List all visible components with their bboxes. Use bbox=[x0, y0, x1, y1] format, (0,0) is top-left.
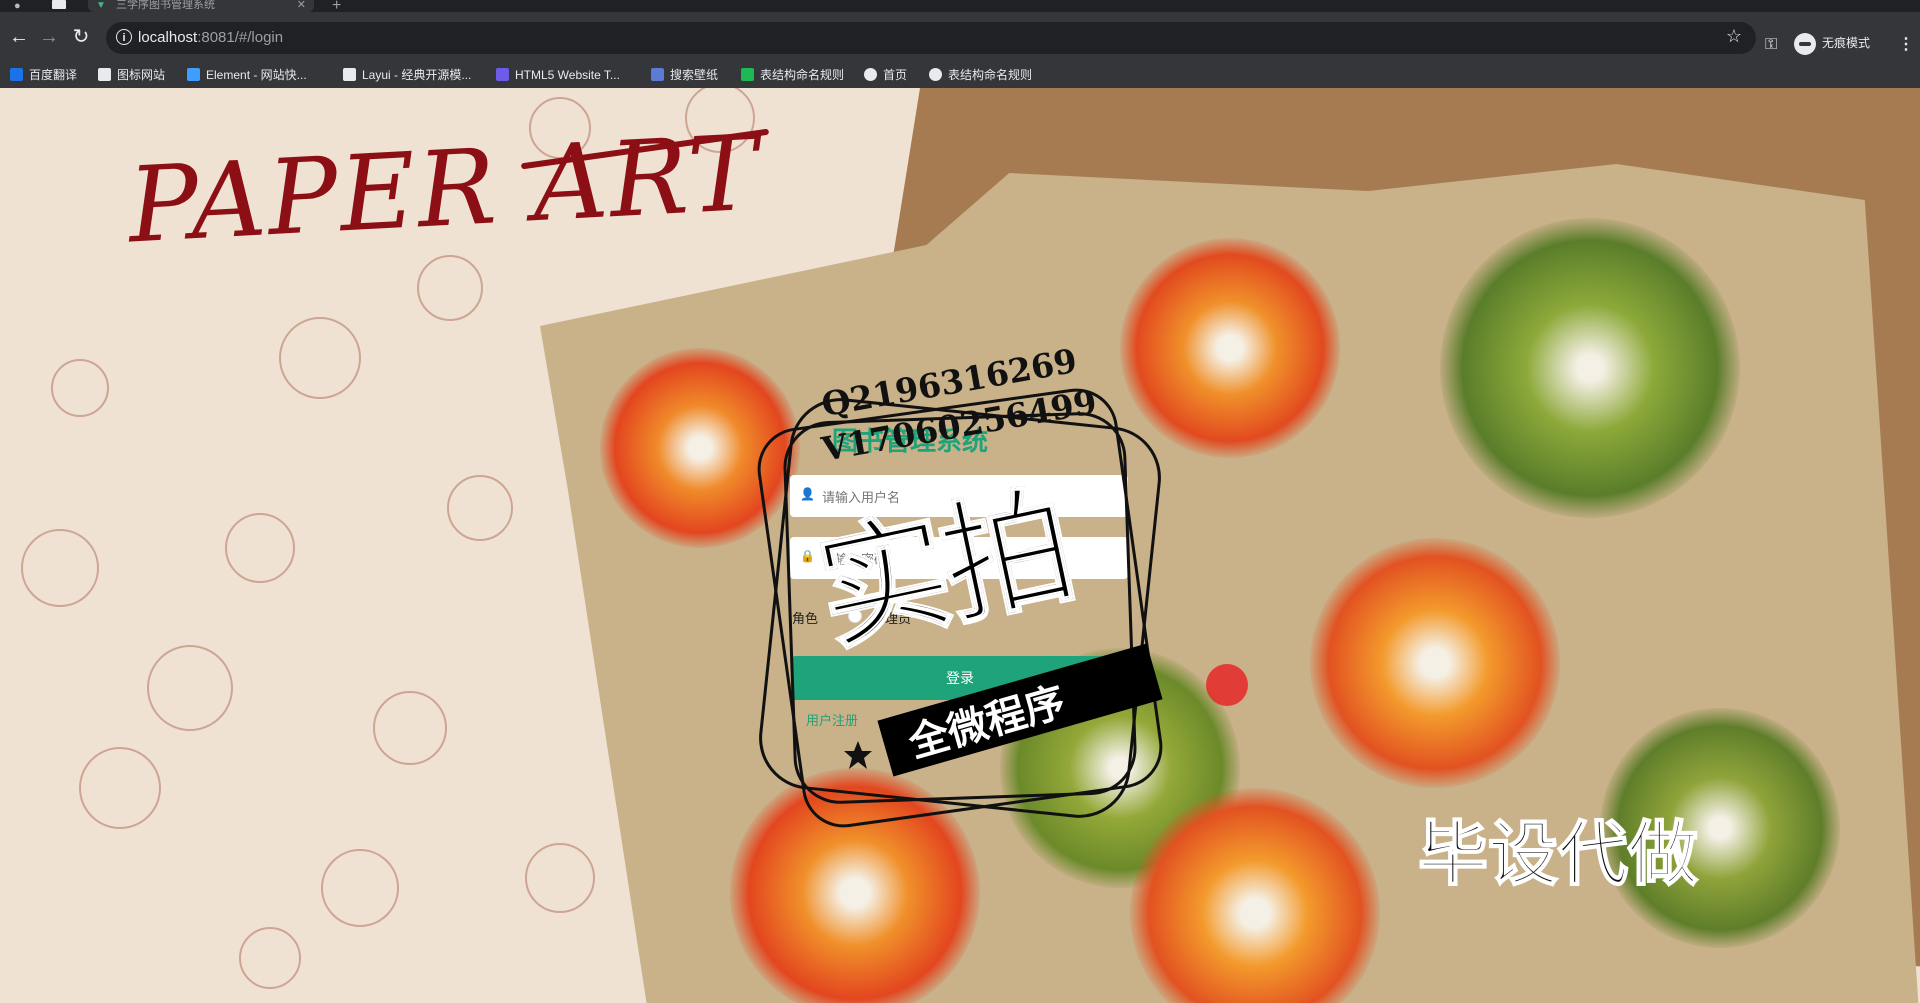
cursor-highlight bbox=[1206, 664, 1248, 706]
tab-strip: ● ▼ 三学序图书管理系统 ✕ + bbox=[0, 0, 1920, 14]
bookmark-item[interactable]: Element - 网站快... bbox=[187, 66, 307, 84]
flower-orange-decoration bbox=[1310, 538, 1560, 788]
layui-icon bbox=[343, 68, 356, 81]
wallpaper-icon bbox=[651, 68, 664, 81]
flag-icon bbox=[98, 68, 111, 81]
bookmark-item[interactable]: 首页 bbox=[864, 66, 907, 84]
window-icon bbox=[52, 0, 66, 9]
bookmarks-bar: 百度翻译 图标网站 Element - 网站快... Layui - 经典开源模… bbox=[0, 62, 1920, 89]
vue-icon: ▼ bbox=[96, 0, 106, 11]
globe-icon bbox=[864, 68, 877, 81]
back-button[interactable]: ← bbox=[6, 24, 32, 50]
element-icon bbox=[187, 68, 200, 81]
flower-green-decoration bbox=[1440, 218, 1740, 518]
html5-icon bbox=[496, 68, 509, 81]
bookmark-item[interactable]: 图标网站 bbox=[98, 66, 165, 84]
browser-toolbar: ← → ↻ i localhost:8081/#/login ☆ ⚿ 无痕模式 … bbox=[0, 12, 1920, 62]
bookmark-item[interactable]: 百度翻译 bbox=[10, 66, 77, 84]
incognito-icon bbox=[1794, 32, 1816, 55]
register-link[interactable]: 用户注册 bbox=[806, 710, 858, 729]
translate-icon bbox=[10, 68, 23, 81]
address-bar[interactable]: i localhost:8081/#/login ☆ bbox=[106, 22, 1756, 54]
bookmark-item[interactable]: 表结构命名规则 bbox=[929, 66, 1032, 84]
bookmark-item[interactable]: 搜索壁纸 bbox=[651, 66, 718, 84]
forward-button[interactable]: → bbox=[36, 24, 62, 50]
info-icon[interactable]: i bbox=[116, 29, 132, 45]
login-page: PAPER ART 图书管理系统 👤 🔒 角色 管理员 登录 用户注册 Q219… bbox=[0, 88, 1920, 1003]
globe-icon bbox=[929, 68, 942, 81]
tab-title: 三学序图书管理系统 bbox=[116, 0, 215, 11]
flower-orange-decoration bbox=[1120, 238, 1340, 458]
bookmark-star-icon[interactable]: ☆ bbox=[1726, 26, 1742, 47]
bookmark-item[interactable]: HTML5 Website T... bbox=[496, 66, 620, 84]
close-tab-icon[interactable]: ✕ bbox=[297, 0, 306, 11]
browser-logo-icon: ● bbox=[14, 0, 21, 12]
url-text[interactable]: localhost:8081/#/login bbox=[138, 29, 283, 46]
role-label: 角色 bbox=[792, 611, 819, 626]
menu-icon[interactable]: ⋮ bbox=[1898, 34, 1914, 54]
bookmark-item[interactable]: Layui - 经典开源模... bbox=[343, 66, 471, 84]
watermark-bottom-text: 毕设代做 bbox=[1417, 814, 1699, 894]
bookmark-item[interactable]: 表结构命名规则 bbox=[741, 66, 844, 84]
incognito-badge[interactable]: 无痕模式 bbox=[1794, 29, 1870, 57]
table-icon bbox=[741, 68, 754, 81]
key-icon[interactable]: ⚿ bbox=[1765, 36, 1777, 54]
browser-tab[interactable]: ▼ 三学序图书管理系统 ✕ bbox=[88, 0, 314, 12]
reload-button[interactable]: ↻ bbox=[68, 24, 94, 50]
